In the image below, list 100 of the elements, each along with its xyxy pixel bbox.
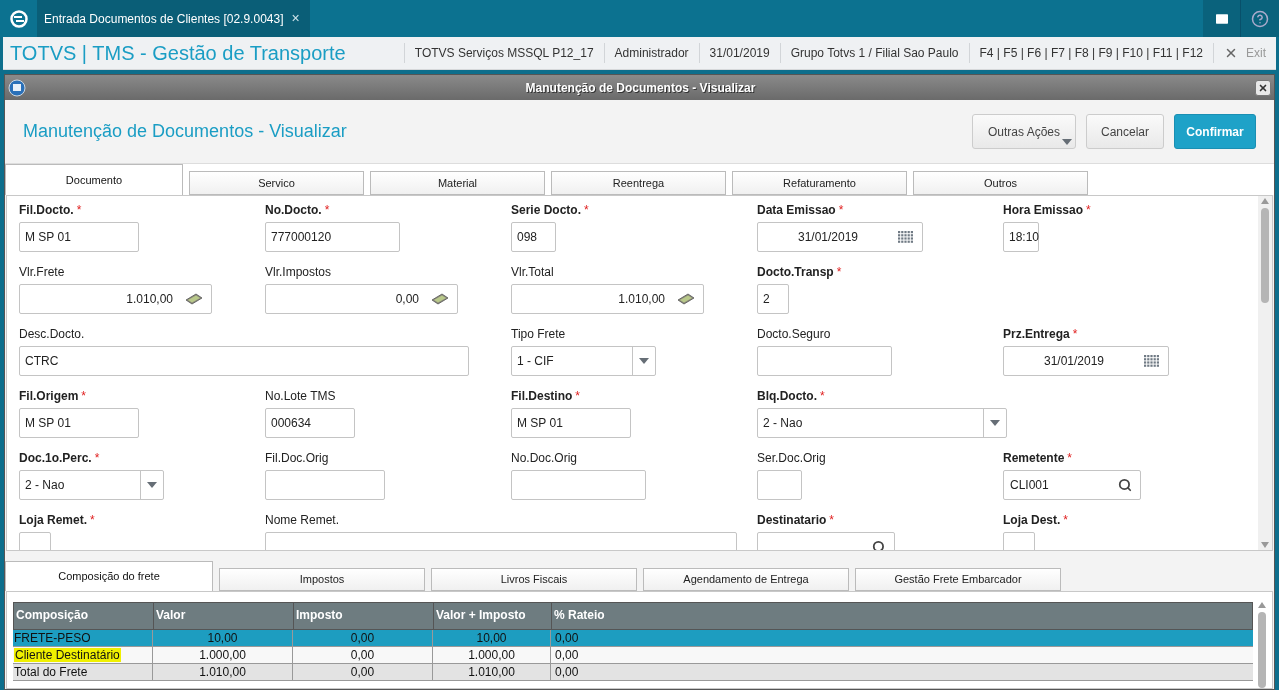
required-mark: *	[90, 513, 95, 527]
tab[interactable]: Refaturamento	[732, 171, 907, 195]
field-label: Ser.Doc.Orig	[757, 451, 826, 465]
field-label: Loja Remet.	[19, 513, 87, 527]
field-label: Fil.Destino	[511, 389, 573, 403]
field-label: Loja Dest.	[1003, 513, 1061, 527]
table-cell: 1.000,00	[468, 648, 515, 662]
table-row[interactable]: Total do Frete 1.010,00 0,00 1.010,00 0,00	[13, 664, 1253, 681]
field-label: Data Emissao	[757, 203, 836, 217]
lookup-field[interactable]: CLI001	[1003, 470, 1141, 500]
column-header: Valor	[154, 603, 294, 629]
table-row[interactable]: FRETE-PESO 10,00 0,00 10,00 0,00	[13, 630, 1253, 647]
column-header: Valor + Imposto	[434, 603, 552, 629]
amount-field[interactable]: 1.010,00	[19, 284, 212, 314]
required-mark: *	[584, 203, 589, 217]
field-label: Fil.Origem	[19, 389, 79, 403]
session-info: Administrador	[603, 43, 699, 63]
input-field[interactable]: M SP 01	[19, 408, 139, 438]
tab[interactable]: Reentrega	[551, 171, 726, 195]
field-label: Docto.Transp	[757, 265, 834, 279]
field-label: Prz.Entrega	[1003, 327, 1070, 341]
input-field[interactable]: CTRC	[19, 346, 469, 376]
table-cell: 1.010,00	[468, 665, 515, 679]
column-header: Imposto	[294, 603, 434, 629]
tab[interactable]: Documento	[5, 164, 183, 195]
field-label: No.Doc.Orig	[511, 451, 578, 465]
input-field[interactable]: M SP 01	[511, 408, 631, 438]
field-label: Blq.Docto.	[757, 389, 817, 403]
session-info[interactable]: F4 | F5 | F6 | F7 | F8 | F9 | F10 | F11 | F12	[968, 43, 1213, 63]
tab[interactable]: Impostos	[219, 568, 425, 591]
required-mark: *	[94, 451, 100, 465]
table-cell: 10,00	[476, 631, 507, 645]
date-field[interactable]: 31/01/2019	[1003, 346, 1169, 376]
required-mark: *	[76, 203, 82, 217]
field-label: Vlr.Total	[511, 265, 554, 279]
table-cell: 0,00	[555, 631, 579, 645]
app-title: TOTVS | TMS - Gestão de Transporte	[9, 41, 347, 66]
required-mark: *	[1086, 203, 1091, 217]
amount-field[interactable]: 1.010,00	[511, 284, 704, 314]
field-label: Fil.Docto.	[19, 203, 74, 217]
amount-field[interactable]: 0,00	[265, 284, 458, 314]
table-cell: FRETE-PESO	[14, 631, 91, 645]
tab[interactable]: Servico	[189, 171, 364, 195]
tab[interactable]: Livros Fiscais	[431, 568, 637, 591]
table-cell: Total do Frete	[14, 665, 88, 679]
tab[interactable]: Material	[370, 171, 545, 195]
input-field[interactable]: 000634	[265, 408, 355, 438]
session-info: Grupo Totvs 1 / Filial Sao Paulo	[779, 43, 969, 63]
column-header: % Rateio	[553, 607, 606, 624]
cancel-button[interactable]: Cancelar	[1086, 114, 1164, 149]
field-label: Tipo Frete	[511, 327, 566, 341]
app-tab[interactable]: Entrada Documentos de Clientes [02.9.0043] ×	[37, 0, 310, 37]
required-mark: *	[575, 389, 580, 403]
page-heading: Manutenção de Documentos - Visualizar	[23, 120, 348, 143]
dropdown[interactable]: 1 - CIF	[511, 346, 656, 376]
dropdown[interactable]: 2 - Nao	[757, 408, 1007, 438]
tab[interactable]: Agendamento de Entrega	[643, 568, 849, 591]
field-label: Hora Emissao	[1003, 203, 1084, 217]
table-cell: 10,00	[207, 631, 238, 645]
field-label: No.Lote TMS	[265, 389, 336, 403]
field-label: No.Docto.	[265, 203, 322, 217]
input-field[interactable]: 098	[511, 222, 556, 252]
required-mark: *	[1072, 327, 1078, 341]
table-cell: 0,00	[555, 665, 579, 679]
required-mark: *	[81, 389, 86, 403]
tab[interactable]: Gestão Frete Embarcador	[855, 568, 1061, 591]
tab[interactable]: Outros	[913, 171, 1088, 195]
field-label: Desc.Docto.	[19, 327, 85, 341]
input-field[interactable]: 2	[757, 284, 789, 314]
input-field[interactable]: 777000120	[265, 222, 400, 252]
required-mark: *	[829, 513, 835, 527]
session-info: TOTVS Serviços MSSQL P12_17	[403, 43, 604, 63]
required-mark: *	[838, 203, 844, 217]
field-label: Destinatario	[757, 513, 827, 527]
dialog-title: Manutenção de Documentos - Visualizar	[524, 79, 757, 97]
field-label: Vlr.Frete	[19, 265, 65, 279]
table-cell: 0,00	[350, 631, 375, 645]
dropdown[interactable]: 2 - Nao	[19, 470, 164, 500]
session-info: 31/01/2019	[698, 43, 780, 63]
required-mark: *	[324, 203, 330, 217]
date-field[interactable]: 31/01/2019	[757, 222, 923, 252]
tab[interactable]: Composição do frete	[5, 561, 213, 591]
table-cell: 0,00	[555, 648, 579, 662]
required-mark: *	[1063, 513, 1069, 527]
input-field[interactable]: 18:10	[1003, 222, 1039, 252]
required-mark: *	[820, 389, 825, 403]
table-cell: 0,00	[350, 648, 375, 662]
table-row[interactable]: Cliente Destinatário 1.000,00 0,00 1.000,00 0,00	[13, 647, 1253, 664]
input-field[interactable]: M SP 01	[19, 222, 139, 252]
field-label: Vlr.Impostos	[265, 265, 332, 279]
field-label: Remetente	[1003, 451, 1065, 465]
field-label: Nome Remet.	[265, 513, 340, 527]
field-label: Serie Docto.	[511, 203, 582, 217]
field-label: Doc.1o.Perc.	[19, 451, 92, 465]
required-mark: *	[836, 265, 842, 279]
field-label: Docto.Seguro	[757, 327, 831, 341]
required-mark: *	[1067, 451, 1073, 465]
table-cell: 1.000,00	[199, 648, 246, 662]
table-cell: Cliente Destinatário	[14, 648, 121, 662]
more-actions-button[interactable]: Outras Ações	[972, 114, 1076, 149]
